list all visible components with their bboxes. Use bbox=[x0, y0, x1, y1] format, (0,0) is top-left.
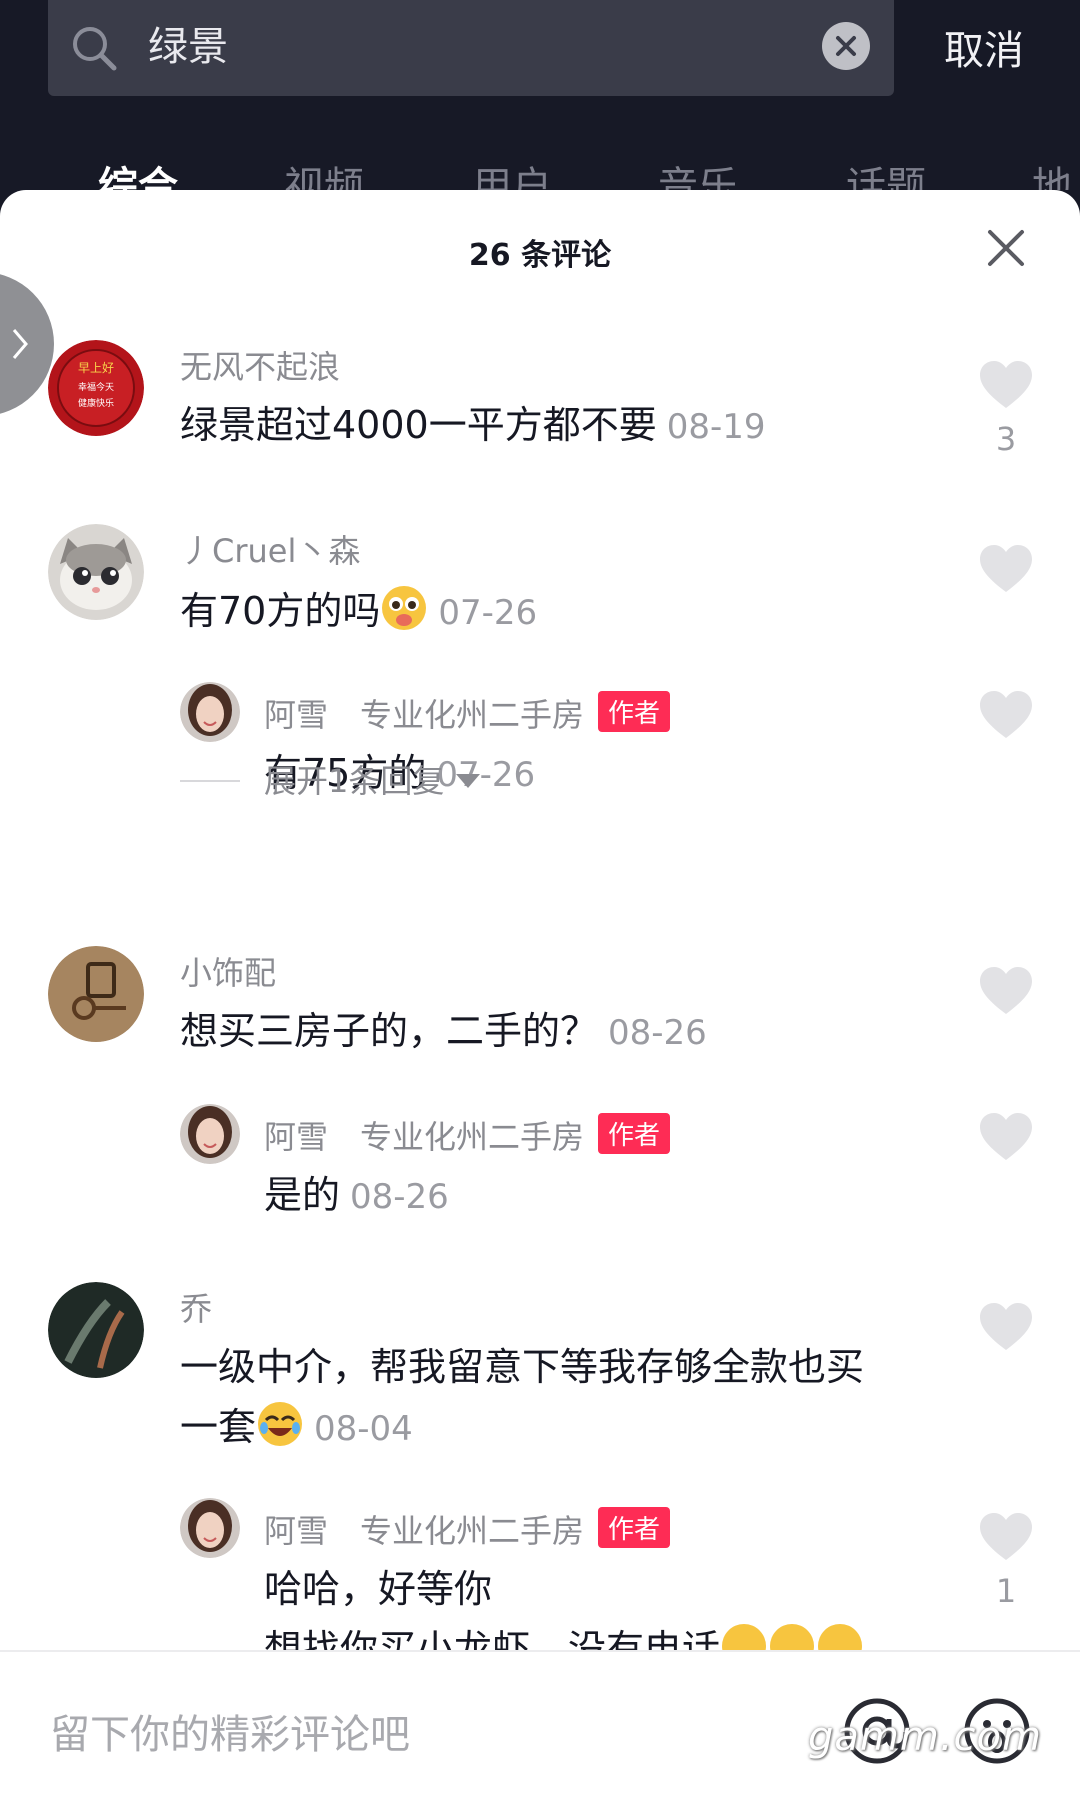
comment-username[interactable]: 小饰配 bbox=[180, 948, 276, 994]
author-badge: 作者 bbox=[598, 1507, 671, 1548]
search-icon bbox=[73, 27, 117, 71]
comment-input[interactable]: 留下你的精彩评论吧 bbox=[50, 1702, 410, 1760]
avatar[interactable] bbox=[48, 1282, 144, 1378]
close-comments-button[interactable] bbox=[986, 228, 1026, 268]
tab-places[interactable]: 地 bbox=[1032, 154, 1072, 190]
tab-users[interactable]: 用户 bbox=[472, 154, 552, 190]
avatar[interactable] bbox=[180, 1104, 240, 1164]
rolling-laugh-emoji-icon bbox=[258, 1402, 303, 1446]
watermark: gamm.com bbox=[808, 1714, 1042, 1760]
comment-username[interactable]: 无风不起浪 bbox=[180, 342, 340, 388]
comment-username[interactable]: 阿雪 专业化州二手房 作者 bbox=[264, 1112, 671, 1158]
divider bbox=[180, 780, 240, 782]
author-badge: 作者 bbox=[598, 691, 671, 732]
like-count: 3 bbox=[995, 420, 1017, 458]
search-tabs: 综合 视频 用户 音乐 话题 地 bbox=[0, 150, 1080, 190]
svg-text:幸福今天: 幸福今天 bbox=[78, 381, 114, 393]
search-input[interactable]: 绿景 bbox=[148, 14, 228, 72]
comment-username[interactable]: 阿雪 专业化州二手房 作者 bbox=[264, 690, 671, 736]
comments-sheet: 26 条评论 早上好 幸福今天 健康快乐 无风不起浪 绿景超过4000一平方都不… bbox=[0, 190, 1080, 1808]
rolling-laugh-emoji-icon bbox=[722, 1624, 767, 1650]
heart-icon[interactable] bbox=[978, 966, 1034, 1016]
comment-text: 一级中介，帮我留意下等我存够全款也买 bbox=[180, 1345, 865, 1389]
avatar[interactable] bbox=[180, 682, 240, 742]
expand-replies-button[interactable]: 展开1条回复 bbox=[180, 756, 481, 802]
pleading-face-emoji-icon bbox=[382, 586, 427, 630]
comment-username[interactable]: 阿雪 专业化州二手房 作者 bbox=[264, 1506, 671, 1552]
rolling-laugh-emoji-icon bbox=[770, 1624, 815, 1650]
comment-date: 08-26 bbox=[350, 1177, 449, 1217]
tab-videos[interactable]: 视频 bbox=[284, 154, 364, 190]
clear-search-button[interactable] bbox=[822, 22, 870, 70]
tab-comprehensive[interactable]: 综合 bbox=[98, 154, 178, 190]
heart-icon[interactable] bbox=[978, 1512, 1034, 1562]
comment-username[interactable]: 丿Cruel丶森 bbox=[180, 526, 360, 572]
comment-list[interactable]: 26 条评论 早上好 幸福今天 健康快乐 无风不起浪 绿景超过4000一平方都不… bbox=[0, 190, 1080, 1650]
comment-text-line2: 一套 08-04 bbox=[180, 1400, 413, 1454]
avatar[interactable] bbox=[48, 524, 144, 620]
author-badge: 作者 bbox=[598, 1113, 671, 1154]
side-drawer-handle[interactable] bbox=[0, 272, 54, 416]
like-count: 1 bbox=[995, 1572, 1017, 1610]
heart-icon[interactable] bbox=[978, 1112, 1034, 1162]
avatar[interactable] bbox=[48, 946, 144, 1042]
search-bar[interactable]: 绿景 bbox=[48, 0, 894, 96]
tab-music[interactable]: 音乐 bbox=[658, 154, 738, 190]
comments-count-title: 26 条评论 bbox=[468, 238, 612, 273]
comment-date: 08-04 bbox=[314, 1409, 413, 1449]
comment-input-bar: 留下你的精彩评论吧 gamm.com bbox=[0, 1650, 1080, 1808]
avatar[interactable]: 早上好 幸福今天 健康快乐 bbox=[48, 340, 144, 436]
comment-username[interactable]: 乔 bbox=[180, 1284, 212, 1330]
avatar[interactable] bbox=[180, 1498, 240, 1558]
chevron-down-icon bbox=[456, 774, 481, 788]
svg-text:健康快乐: 健康快乐 bbox=[78, 397, 114, 409]
svg-text:早上好: 早上好 bbox=[78, 361, 114, 375]
comment-text: 是的 08-26 bbox=[264, 1173, 449, 1217]
heart-icon[interactable] bbox=[978, 690, 1034, 740]
close-icon bbox=[836, 36, 856, 56]
comment-text-line2: 想找你买小龙虾，没有电话 bbox=[264, 1622, 864, 1650]
comment-text: 哈哈，好等你 bbox=[264, 1567, 493, 1611]
comment-date: 08-19 bbox=[666, 407, 766, 447]
heart-icon[interactable] bbox=[978, 1302, 1034, 1352]
comment-date: 08-26 bbox=[608, 1013, 707, 1053]
comment-date: 07-26 bbox=[438, 593, 538, 633]
heart-icon[interactable] bbox=[978, 360, 1034, 410]
comment-text: 想买三房子的，二手的？ 08-26 bbox=[180, 1009, 707, 1053]
tab-topics[interactable]: 话题 bbox=[846, 154, 926, 190]
chevron-right-icon bbox=[12, 329, 28, 359]
comment-text: 有70方的吗 07-26 bbox=[180, 584, 537, 638]
cancel-button[interactable]: 取消 bbox=[944, 18, 1024, 76]
rolling-laugh-emoji-icon bbox=[818, 1624, 863, 1650]
heart-icon[interactable] bbox=[978, 544, 1034, 594]
comment-text: 绿景超过4000一平方都不要 08-19 bbox=[180, 403, 766, 447]
